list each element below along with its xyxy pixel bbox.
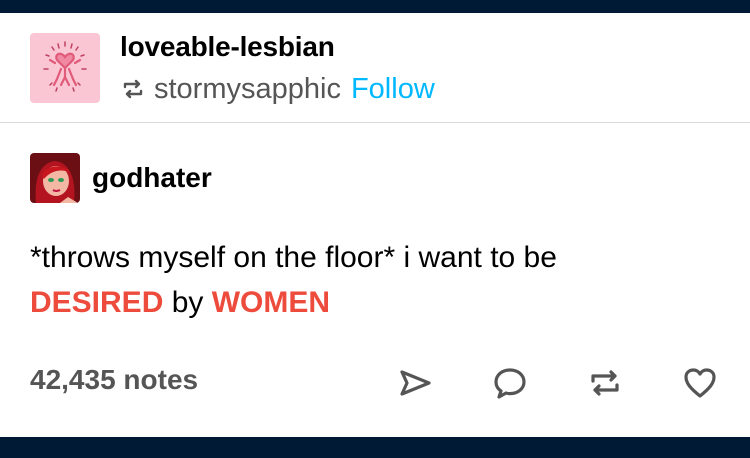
post-text-line-2: DESIRED by WOMEN <box>30 280 720 325</box>
reblogged-from-blog[interactable]: stormysapphic <box>154 73 341 106</box>
text-by: by <box>171 286 204 319</box>
post-author-row: godhater <box>30 153 212 203</box>
blog-name[interactable]: loveable-lesbian <box>120 31 335 63</box>
follow-button[interactable]: Follow <box>351 73 435 106</box>
post-author-name[interactable]: godhater <box>92 162 212 194</box>
like-button[interactable] <box>680 363 720 403</box>
reply-icon <box>494 368 526 399</box>
keith-haring-heart-figure-icon <box>43 41 87 92</box>
share-icon <box>400 370 431 396</box>
reblog-attribution: stormysapphic Follow <box>120 71 435 107</box>
reblog-icon <box>120 76 146 102</box>
share-button[interactable] <box>395 363 435 403</box>
bottom-bar <box>0 437 750 458</box>
post-header: loveable-lesbian stormysapphic Follow <box>0 13 750 123</box>
post-footer: 42,435 notes <box>0 358 750 408</box>
blog-avatar[interactable] <box>30 33 100 103</box>
post-text-line-1: *throws myself on the floor* i want to b… <box>30 241 557 274</box>
post-text: *throws myself on the floor* i want to b… <box>30 235 720 325</box>
author-avatar[interactable] <box>30 153 80 203</box>
emphasis-desired: DESIRED <box>30 286 164 319</box>
notes-count[interactable]: 42,435 notes <box>30 364 198 396</box>
post-card: loveable-lesbian stormysapphic Follow go… <box>0 13 750 437</box>
reply-button[interactable] <box>490 363 530 403</box>
reblog-icon <box>591 370 619 396</box>
reblog-button[interactable] <box>585 363 625 403</box>
like-icon <box>684 368 716 398</box>
top-bar <box>0 0 750 13</box>
emphasis-women: WOMEN <box>211 286 331 319</box>
cartoon-woman-avatar-icon <box>30 153 80 203</box>
